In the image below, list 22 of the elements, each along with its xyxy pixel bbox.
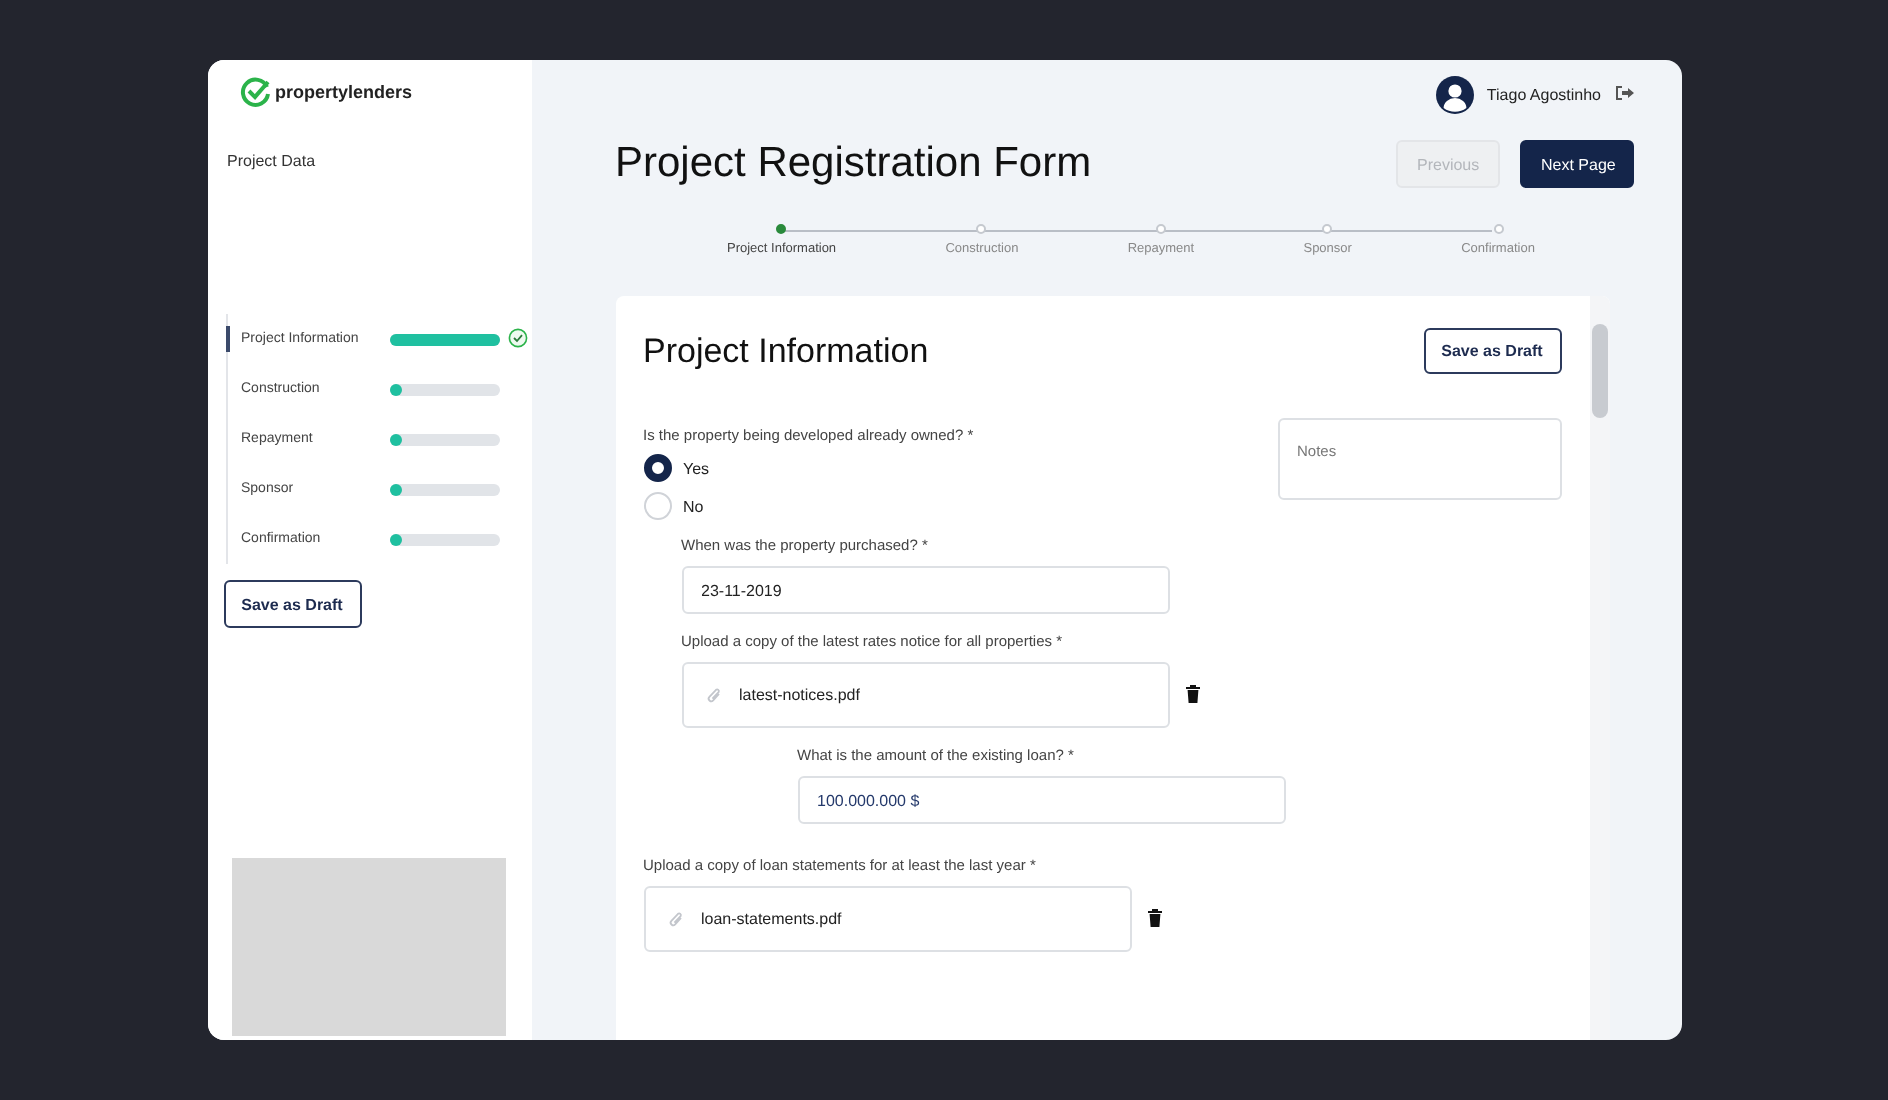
- logout-icon[interactable]: [1613, 84, 1633, 102]
- next-button[interactable]: Next Page: [1519, 140, 1633, 188]
- trash-icon[interactable]: [1145, 907, 1163, 927]
- avatar-icon[interactable]: [1436, 75, 1475, 113]
- trash-icon[interactable]: [1183, 683, 1201, 703]
- save-draft-button[interactable]: Save as Draft: [1423, 328, 1561, 374]
- input-field[interactable]: 23-11-2019: [681, 566, 1169, 614]
- radio-button[interactable]: [643, 454, 671, 482]
- paperclip-icon: [667, 909, 685, 929]
- radio-label: Yes: [683, 459, 710, 477]
- paperclip-icon: [705, 685, 723, 705]
- user-name: Tiago Agostinho: [1486, 85, 1601, 103]
- sidebar-title: Project Data: [227, 152, 318, 170]
- card-title: Project Information: [643, 331, 929, 371]
- file-field[interactable]: latest-notices.pdf: [681, 662, 1169, 728]
- logo-text: propertylenders: [275, 82, 413, 102]
- radio-label: No: [683, 497, 704, 515]
- save-draft-button[interactable]: Save as Draft: [223, 580, 361, 628]
- page-title: Project Registration Form: [615, 140, 1092, 188]
- file-field[interactable]: loan-statements.pdf: [643, 886, 1131, 952]
- check-circle-icon: [240, 77, 269, 107]
- input-field[interactable]: 100.000.000 $: [797, 776, 1285, 824]
